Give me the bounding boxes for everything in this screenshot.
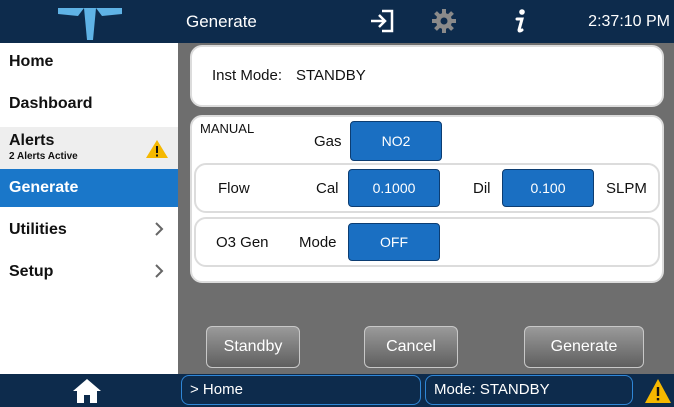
sidebar-item-label: Home [9, 53, 54, 70]
logo-icon [58, 8, 122, 40]
breadcrumb[interactable]: > Home [181, 375, 421, 405]
sidebar-item-setup[interactable]: Setup [0, 253, 178, 291]
gear-icon[interactable] [430, 7, 458, 35]
sidebar-item-label: Dashboard [9, 95, 93, 112]
inst-mode-label: Inst Mode: [212, 67, 283, 84]
inst-mode-value: STANDBY [296, 67, 366, 84]
bottom-bar: > Home Mode: STANDBY [0, 374, 674, 407]
standby-button[interactable]: Standby [206, 326, 300, 368]
top-bar: Generate 2:37:10 PM [0, 0, 674, 43]
logout-icon[interactable] [368, 7, 396, 35]
sidebar-item-home[interactable]: Home [0, 43, 178, 83]
o3-mode-button[interactable]: OFF [348, 223, 440, 261]
alerts-count-text: 2 Alerts Active [9, 151, 78, 162]
warning-icon [146, 140, 168, 158]
clock: 2:37:10 PM [588, 13, 670, 30]
cancel-button[interactable]: Cancel [364, 326, 458, 368]
cal-flow-input[interactable]: 0.1000 [348, 169, 440, 207]
mode-status: Mode: STANDBY [425, 375, 633, 405]
manual-label: MANUAL [200, 121, 255, 136]
o3-gen-row: O3 Gen Mode OFF [194, 217, 660, 267]
generate-button[interactable]: Generate [524, 326, 644, 368]
info-icon[interactable] [506, 7, 534, 35]
o3-mode-label: Mode [299, 234, 337, 251]
flow-label: Flow [218, 180, 250, 197]
sidebar-item-label: Alerts [9, 132, 55, 149]
manual-panel: MANUAL Gas NO2 Flow Cal 0.1000 Dil 0.100… [190, 115, 664, 283]
main-panel: Inst Mode: STANDBY MANUAL Gas NO2 Flow C… [178, 43, 674, 374]
chevron-right-icon [155, 222, 164, 236]
inst-mode-panel: Inst Mode: STANDBY [190, 45, 664, 107]
gas-select-button[interactable]: NO2 [350, 121, 442, 161]
o3-gen-label: O3 Gen [216, 234, 269, 251]
sidebar: Home Dashboard Alerts 2 Alerts Active Ge… [0, 43, 178, 374]
gas-label: Gas [314, 133, 342, 150]
sidebar-item-alerts[interactable]: Alerts 2 Alerts Active [0, 127, 178, 169]
sidebar-item-label: Utilities [9, 221, 67, 238]
sidebar-item-utilities[interactable]: Utilities [0, 211, 178, 249]
flow-row: Flow Cal 0.1000 Dil 0.100 SLPM [194, 163, 660, 213]
chevron-right-icon [155, 264, 164, 278]
sidebar-item-label: Generate [9, 179, 79, 196]
slpm-unit-label: SLPM [606, 180, 647, 197]
page-title: Generate [186, 12, 257, 31]
dil-flow-input[interactable]: 0.100 [502, 169, 594, 207]
cal-label: Cal [316, 180, 339, 197]
sidebar-item-label: Setup [9, 263, 54, 280]
dil-label: Dil [473, 180, 491, 197]
warning-icon[interactable] [644, 378, 672, 404]
sidebar-item-generate[interactable]: Generate [0, 169, 178, 207]
home-icon[interactable] [72, 378, 102, 404]
sidebar-item-dashboard[interactable]: Dashboard [0, 83, 178, 125]
